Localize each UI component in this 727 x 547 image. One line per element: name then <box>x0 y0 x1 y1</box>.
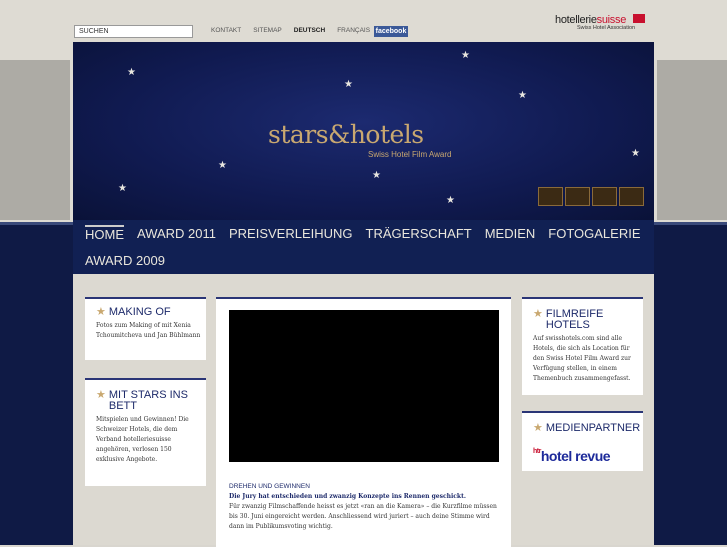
link-sitemap[interactable]: SITEMAP <box>253 27 282 34</box>
box-text: Mitspielen und Gewinnen! Die Schweizer H… <box>96 416 189 463</box>
logo-prefix: htr <box>533 448 541 455</box>
star-icon: ★ <box>96 389 106 401</box>
brand-subtitle: Swiss Hotel Film Award <box>368 150 452 159</box>
link-kontakt[interactable]: KONTAKT <box>211 27 241 34</box>
box-title: FILMREIFE HOTELS <box>545 308 604 331</box>
nav-medien[interactable]: MEDIEN <box>485 225 536 242</box>
star-icon: ★ <box>218 160 227 171</box>
box-text: Auf swisshotels.com sind alle Hotels, di… <box>533 335 631 382</box>
nav-award-2009[interactable]: AWARD 2009 <box>85 252 165 268</box>
nav-preisverleihung[interactable]: PREISVERLEIHUNG <box>229 225 353 242</box>
nav-fotogalerie[interactable]: FOTOGALERIE <box>548 225 640 242</box>
article-heading: DREHEN UND GEWINNEN <box>229 483 310 490</box>
star-icon: ★ <box>118 183 127 194</box>
header-banner: ★ ★ ★ ★ ★ ★ ★ ★ ★ stars&hotels Swiss Hot… <box>73 42 654 220</box>
star-icon: ★ <box>533 308 543 320</box>
star-icon: ★ <box>518 90 527 101</box>
star-icon: ★ <box>372 170 381 181</box>
star-icon: ★ <box>446 195 455 206</box>
video-player[interactable] <box>229 310 499 462</box>
star-icon: ★ <box>96 306 106 318</box>
thumbnail[interactable] <box>619 187 644 206</box>
search-input[interactable] <box>74 25 193 38</box>
box-title: MIT STARS INS BETT <box>108 389 188 412</box>
box-medienpartner[interactable]: ★ MEDIENPARTNER htrhotel revue <box>522 411 643 471</box>
hotelleriesuisse-logo[interactable]: hotelleriesuisse Swiss Hotel Association <box>555 14 647 38</box>
star-icon: ★ <box>533 422 543 434</box>
logo-subtitle: Swiss Hotel Association <box>577 25 636 31</box>
star-icon: ★ <box>127 67 136 78</box>
star-icon: ★ <box>344 79 353 90</box>
photo-thumbnails <box>538 187 644 206</box>
link-francais[interactable]: FRANÇAIS <box>337 27 370 34</box>
brand-title: stars&hotels <box>268 120 424 149</box>
link-deutsch[interactable]: DEUTSCH <box>294 27 325 34</box>
logo-text: hotel revue <box>540 448 611 464</box>
grunge-left <box>0 60 70 220</box>
star-icon: ★ <box>461 50 470 61</box>
article-lead: Die Jury hat entschieden und zwanzig Kon… <box>229 493 466 500</box>
top-links: KONTAKT SITEMAP DEUTSCH FRANÇAIS <box>211 27 382 34</box>
grunge-right <box>657 60 727 220</box>
article-body: Für zwanzig Filmschaffende heisst es jet… <box>229 503 497 530</box>
thumbnail[interactable] <box>565 187 590 206</box>
main-nav: HOME AWARD 2011 PREISVERLEIHUNG TRÄGERSC… <box>73 220 654 274</box>
box-text: Fotos zum Making of mit Xenia Tchoumitch… <box>96 322 201 339</box>
star-icon: ★ <box>631 148 640 159</box>
box-mit-stars[interactable]: ★ MIT STARS INS BETT Mitspielen und Gewin… <box>85 378 206 486</box>
thumbnail[interactable] <box>592 187 617 206</box>
box-title: MAKING OF <box>108 306 171 318</box>
swiss-flag-icon <box>633 14 645 23</box>
box-making-of[interactable]: ★ MAKING OF Fotos zum Making of mit Xenia… <box>85 297 206 360</box>
nav-home[interactable]: HOME <box>85 225 124 242</box>
main-article: DREHEN UND GEWINNEN Die Jury hat entschi… <box>229 482 499 532</box>
nav-award-2011[interactable]: AWARD 2011 <box>137 225 216 242</box>
box-filmreife-hotels[interactable]: ★ FILMREIFE HOTELS Auf swisshotels.com si… <box>522 297 643 395</box>
hotelrevue-logo[interactable]: htrhotel revue <box>533 448 643 464</box>
thumbnail[interactable] <box>538 187 563 206</box>
nav-traegerschaft[interactable]: TRÄGERSCHAFT <box>366 225 472 242</box>
box-title: MEDIENPARTNER <box>545 422 641 434</box>
facebook-button[interactable]: facebook <box>374 26 408 37</box>
